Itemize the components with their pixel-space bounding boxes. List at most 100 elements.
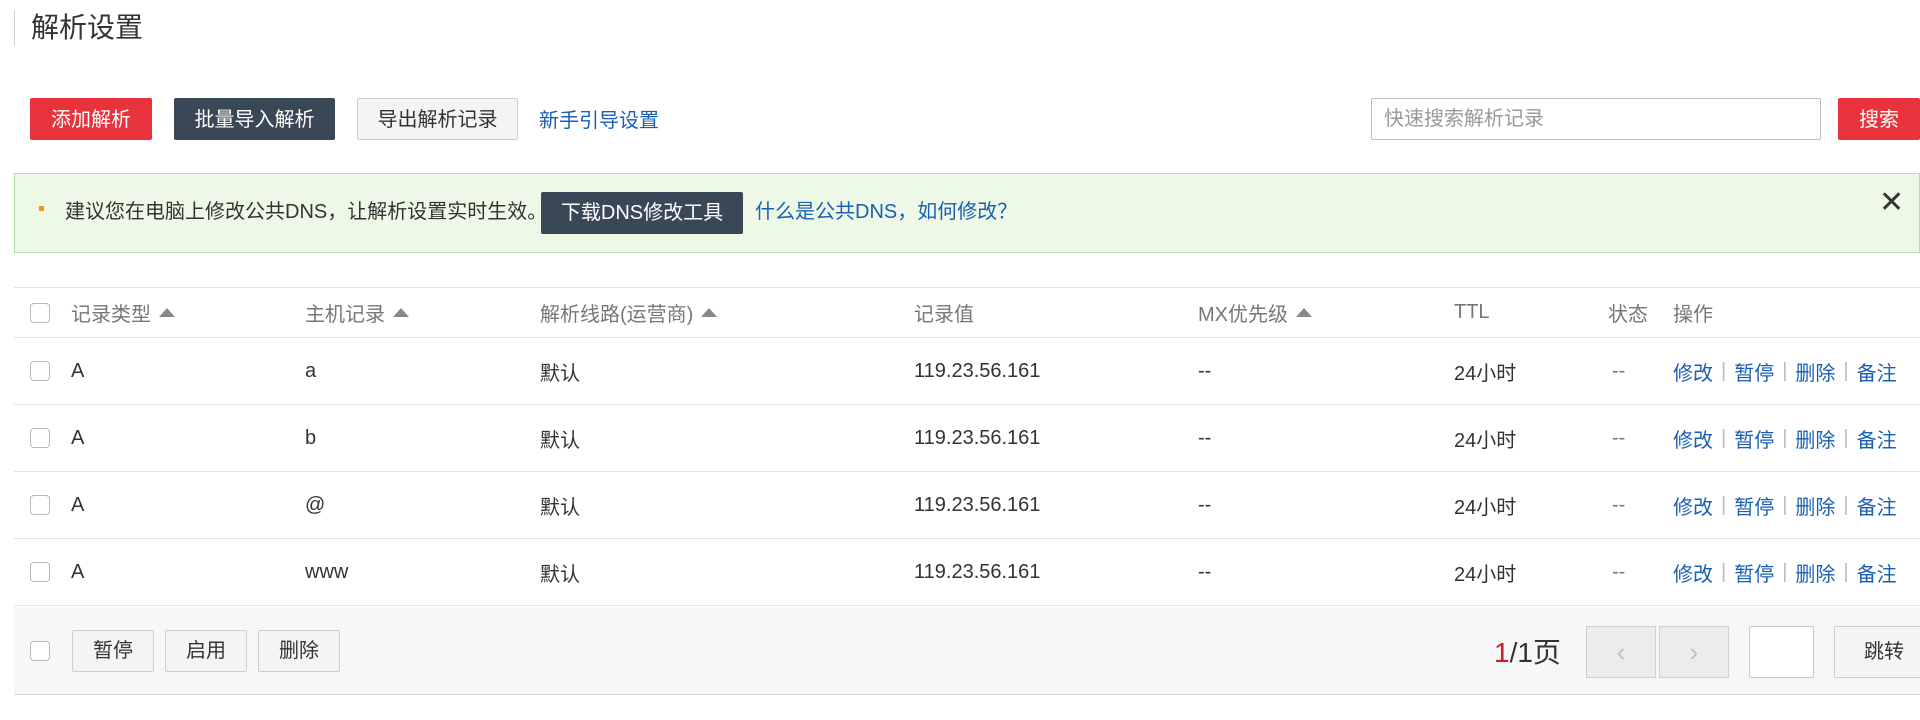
status-value: -- [1612,560,1626,583]
status-value: -- [1612,426,1626,449]
action-separator: | [1782,426,1788,449]
delete-link[interactable]: 删除 [1795,491,1835,520]
column-header-type: 记录类型 [71,304,151,326]
edit-link[interactable]: 修改 [1673,357,1713,386]
guide-settings-link[interactable]: 新手引导设置 [539,104,659,133]
current-page: 1 [1494,637,1510,668]
pause-link[interactable]: 暂停 [1734,491,1774,520]
sort-up-icon[interactable] [1296,308,1312,317]
record-value: 119.23.56.161 [914,560,1041,583]
column-header-line: 解析线路(运营商) [540,304,694,326]
download-dns-tool-button[interactable]: 下载DNS修改工具 [541,192,743,234]
sort-up-icon[interactable] [159,308,175,317]
batch-delete-button[interactable]: 删除 [258,630,340,672]
record-type: A [71,560,85,583]
pause-link[interactable]: 暂停 [1734,558,1774,587]
record-type: A [71,493,85,516]
ttl-value: 24小时 [1454,362,1517,385]
delete-link[interactable]: 删除 [1795,424,1835,453]
dns-records-table: 记录类型 主机记录 解析线路(运营商) 记录值 MX优先级 TTL 状态 操作 … [14,287,1920,606]
sort-up-icon[interactable] [701,308,718,317]
edit-link[interactable]: 修改 [1673,424,1713,453]
ttl-value: 24小时 [1454,496,1517,519]
add-record-button[interactable]: 添加解析 [30,98,152,140]
row-actions: 修改 | 暂停 | 删除 | 备注 [1673,539,1897,605]
resolve-line: 默认 [540,563,580,586]
host-record: www [305,560,349,583]
table-row: A a 默认 119.23.56.161 -- 24小时 -- 修改 | 暂停 | 删除… [14,338,1920,405]
record-value: 119.23.56.161 [914,493,1041,516]
table-row: A @ 默认 119.23.56.161 -- 24小时 -- 修改 | 暂停 | 删除… [14,472,1920,539]
delete-link[interactable]: 删除 [1795,558,1835,587]
action-separator: | [1721,493,1727,516]
page-title: 解析设置 [14,10,143,46]
page-indicator: 1/1页 [1494,635,1561,671]
column-header-ops: 操作 [1673,304,1713,326]
action-separator: | [1843,426,1849,449]
resolve-line: 默认 [540,496,580,519]
prev-page-button[interactable]: ‹ [1586,626,1656,678]
table-row: A b 默认 119.23.56.161 -- 24小时 -- 修改 | 暂停 | 删除… [14,405,1920,472]
row-actions: 修改 | 暂停 | 删除 | 备注 [1673,338,1897,404]
column-header-mx: MX优先级 [1198,304,1288,326]
search-button[interactable]: 搜索 [1838,98,1920,140]
row-checkbox[interactable] [30,562,50,582]
sort-up-icon[interactable] [393,308,409,317]
batch-enable-button[interactable]: 启用 [165,630,247,672]
close-icon[interactable]: ✕ [1879,188,1904,218]
note-link[interactable]: 备注 [1857,424,1897,453]
record-type: A [71,426,85,449]
note-link[interactable]: 备注 [1857,558,1897,587]
batch-import-button[interactable]: 批量导入解析 [174,98,335,140]
export-records-button[interactable]: 导出解析记录 [357,98,518,140]
page-number-input[interactable] [1749,626,1814,678]
row-checkbox[interactable] [30,428,50,448]
public-dns-help-link[interactable]: 什么是公共DNS，如何修改？ [755,199,1017,225]
notice-text: 建议您在电脑上修改公共DNS，让解析设置实时生效。 [65,201,548,223]
ttl-value: 24小时 [1454,429,1517,452]
row-actions: 修改 | 暂停 | 删除 | 备注 [1673,405,1897,471]
host-record: a [305,359,317,382]
mx-priority: -- [1198,426,1212,449]
row-actions: 修改 | 暂停 | 删除 | 备注 [1673,472,1897,538]
host-record: b [305,426,317,449]
record-type: A [71,359,85,382]
mx-priority: -- [1198,560,1212,583]
row-checkbox[interactable] [30,495,50,515]
mx-priority: -- [1198,359,1212,382]
host-record: @ [305,493,326,516]
dns-notice-banner: 建议您在电脑上修改公共DNS，让解析设置实时生效。 下载DNS修改工具 什么是公… [14,173,1920,253]
status-value: -- [1612,493,1626,516]
pause-link[interactable]: 暂停 [1734,357,1774,386]
action-separator: | [1843,359,1849,382]
total-pages: /1页 [1509,637,1561,668]
action-separator: | [1721,426,1727,449]
batch-pause-button[interactable]: 暂停 [72,630,154,672]
delete-link[interactable]: 删除 [1795,357,1835,386]
mx-priority: -- [1198,493,1212,516]
action-separator: | [1843,493,1849,516]
pause-link[interactable]: 暂停 [1734,424,1774,453]
note-link[interactable]: 备注 [1857,491,1897,520]
action-separator: | [1782,359,1788,382]
row-checkbox[interactable] [30,361,50,381]
edit-link[interactable]: 修改 [1673,491,1713,520]
record-value: 119.23.56.161 [914,426,1041,449]
select-all-checkbox[interactable] [30,302,50,323]
edit-link[interactable]: 修改 [1673,558,1713,587]
resolve-line: 默认 [540,429,580,452]
search-input[interactable] [1371,98,1821,140]
footer-select-all-checkbox[interactable] [30,641,50,661]
note-link[interactable]: 备注 [1857,357,1897,386]
column-header-status: 状态 [1608,304,1648,326]
record-value: 119.23.56.161 [914,359,1041,382]
ttl-value: 24小时 [1454,563,1517,586]
table-header: 记录类型 主机记录 解析线路(运营商) 记录值 MX优先级 TTL 状态 操作 [14,287,1920,338]
table-row: A www 默认 119.23.56.161 -- 24小时 -- 修改 | 暂停 |… [14,539,1920,606]
resolve-line: 默认 [540,362,580,385]
action-separator: | [1782,493,1788,516]
next-page-button[interactable]: › [1659,626,1729,678]
bullet-icon [39,206,44,211]
column-header-ttl: TTL [1454,301,1490,323]
jump-button[interactable]: 跳转 [1834,626,1920,678]
